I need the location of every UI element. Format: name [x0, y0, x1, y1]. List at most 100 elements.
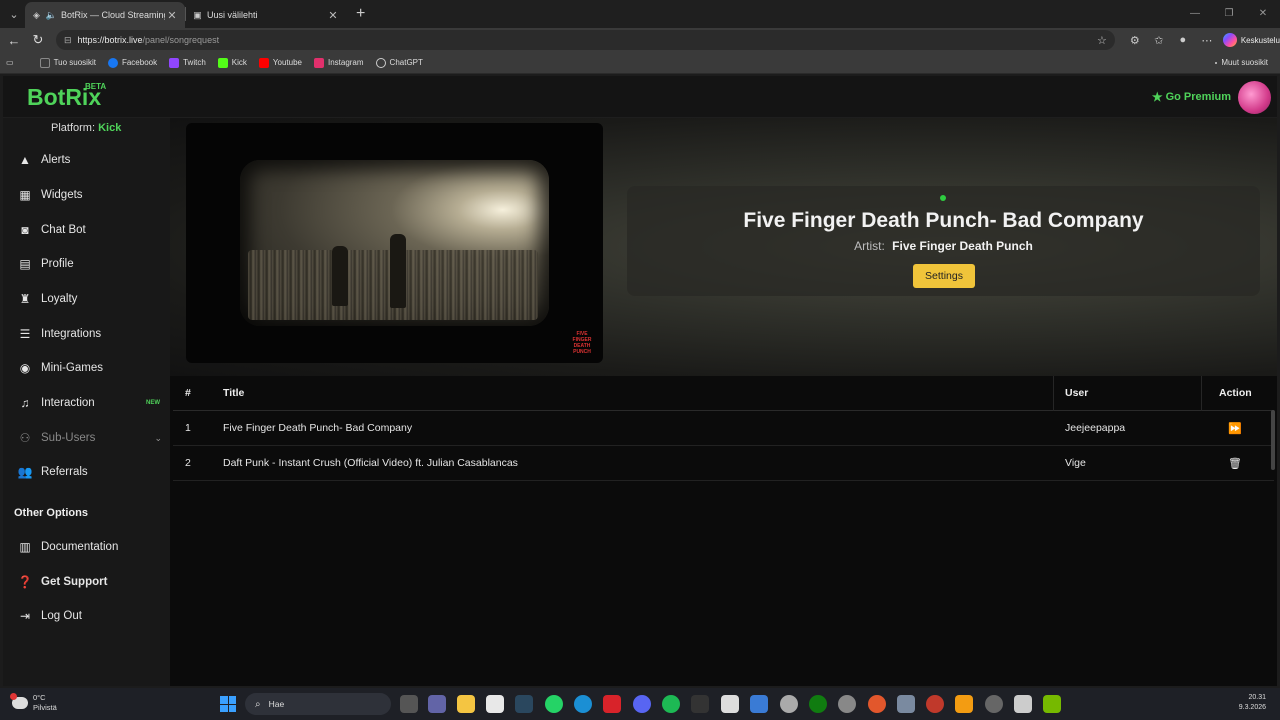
video-player[interactable]: FIVE FINGER DEATH PUNCH [186, 123, 603, 363]
settings-button[interactable]: Settings [913, 264, 975, 288]
sidebar-item-chat-bot[interactable]: ◙ Chat Bot [3, 215, 170, 245]
address-bar[interactable]: ⊟ https://botrix.live/panel/songrequest … [55, 30, 1115, 50]
more-menu-icon[interactable]: ⋯ [1195, 34, 1219, 47]
spotify-icon[interactable] [662, 695, 680, 713]
vlc-icon[interactable] [955, 695, 973, 713]
xbox-icon[interactable] [809, 695, 827, 713]
bookmark-facebook[interactable]: Facebook [107, 57, 157, 68]
app-g-icon[interactable] [691, 695, 709, 713]
sidebar-item-interaction[interactable]: ♫ Interaction NEW [3, 388, 170, 418]
favorites-icon[interactable]: ✩ [1147, 34, 1171, 47]
teams-icon[interactable] [428, 695, 446, 713]
app-window-icon[interactable] [1014, 695, 1032, 713]
song-artist: Artist: Five Finger Death Punch [627, 239, 1260, 253]
copilot-button[interactable]: Keskustelu [1222, 33, 1280, 47]
close-window-icon[interactable]: ✕ [1246, 0, 1280, 28]
weather-widget[interactable]: 0°C Pilvistä [10, 693, 57, 713]
close-tab-icon[interactable]: ✕ [326, 9, 340, 22]
sidebar-item-integrations[interactable]: ☰ Integrations [3, 319, 170, 349]
app-gray-icon[interactable] [985, 695, 1003, 713]
sidebar-item-widgets[interactable]: ▦ Widgets [3, 180, 170, 210]
artist-label: Artist: [854, 239, 885, 253]
bookmark-youtube[interactable]: Youtube [258, 57, 302, 68]
users-icon: ⚇ [19, 431, 31, 445]
back-arrow-icon[interactable]: ← [2, 33, 26, 48]
trash-icon[interactable]: 🗑 [1228, 457, 1242, 470]
task-view-icon[interactable] [400, 695, 418, 713]
sidebar-item-label: Get Support [41, 576, 108, 588]
sidebar-item-referrals[interactable]: 👥 Referrals [3, 457, 170, 487]
start-button[interactable] [220, 696, 236, 712]
reload-icon[interactable]: ↻ [26, 32, 50, 48]
row-title: Five Finger Death Punch- Bad Company [223, 422, 413, 434]
go-premium-button[interactable]: ★ Go Premium [1152, 90, 1231, 104]
nvidia-icon[interactable] [1043, 695, 1061, 713]
sidebar-item-mini-games[interactable]: ◉ Mini-Games [3, 353, 170, 383]
sidebar-item-get-support[interactable]: ❓ Get Support [3, 567, 170, 597]
mail-icon[interactable] [750, 695, 768, 713]
profile-icon[interactable]: ● [1171, 34, 1195, 46]
discord-icon[interactable] [633, 695, 651, 713]
browser-tab-new[interactable]: ▣ Uusi välilehti ✕ [186, 2, 346, 28]
bookmark-label: Instagram [327, 58, 364, 67]
system-clock[interactable]: 20.31 9.3.2026 [1239, 693, 1266, 713]
temperature: 0°C [33, 693, 46, 702]
id-card-icon: ▤ [19, 257, 31, 271]
folder-icon [1215, 61, 1218, 64]
bookmark-twitch[interactable]: Twitch [169, 57, 206, 68]
app-l-icon[interactable] [603, 695, 621, 713]
store-icon[interactable] [486, 695, 504, 713]
sidebar-item-profile[interactable]: ▤ Profile [3, 249, 170, 279]
browser-tab-botrix[interactable]: ◈ 🔈 BotRix — Cloud Streaming Bot ✕ [25, 2, 185, 28]
sidebar-item-log-out[interactable]: ⇥ Log Out [3, 601, 170, 631]
botrix-logo[interactable]: BotRix BETA [27, 82, 106, 111]
sidebar-item-loyalty[interactable]: ♜ Loyalty [3, 284, 170, 314]
taskbar-search[interactable]: ⌕ Hae [245, 693, 391, 715]
table-header: # Title User Action [173, 376, 1274, 411]
edge-icon[interactable] [574, 695, 592, 713]
obs-icon[interactable] [838, 695, 856, 713]
file-explorer-icon[interactable] [457, 695, 475, 713]
whatsapp-icon[interactable] [545, 695, 563, 713]
other-favorites[interactable]: Muut suosikit [1215, 58, 1268, 67]
weather-text: 0°C Pilvistä [33, 693, 57, 713]
maximize-icon[interactable]: ❐ [1212, 0, 1246, 28]
steam-icon[interactable] [515, 695, 533, 713]
sidebar-toggle-icon[interactable]: ▭ [6, 58, 14, 67]
bookmark-chatgpt[interactable]: ChatGPT [375, 57, 423, 68]
performer-figure [332, 246, 348, 306]
copilot-label: Keskustelu [1240, 35, 1280, 45]
bookmark-kick[interactable]: Kick [217, 57, 247, 68]
sidebar-item-sub-users[interactable]: ⚇ Sub-Users ⌄ [3, 423, 170, 453]
audio-playing-icon[interactable]: 🔈 [46, 10, 57, 21]
settings-gear-icon[interactable] [780, 695, 798, 713]
skip-icon[interactable]: ⏩ [1228, 422, 1242, 435]
app-orange-icon[interactable] [868, 695, 886, 713]
search-placeholder: Hae [268, 699, 285, 709]
scrollbar[interactable] [1271, 410, 1275, 470]
bookmark-instagram[interactable]: Instagram [313, 57, 364, 68]
now-playing-card: Five Finger Death Punch- Bad Company Art… [627, 186, 1260, 296]
bookmark-import[interactable]: Tuo suosikit [39, 57, 96, 68]
notepad-icon[interactable] [721, 695, 739, 713]
import-icon [39, 57, 50, 68]
new-tab-button[interactable]: + [356, 5, 365, 23]
gear-app-icon[interactable] [897, 695, 915, 713]
cloud-icon [10, 693, 28, 709]
tab-actions-menu-icon[interactable]: ⌄ [3, 3, 25, 25]
bookmark-label: Kick [231, 58, 247, 67]
close-tab-icon[interactable]: ✕ [165, 9, 179, 22]
minimize-icon[interactable]: — [1178, 0, 1212, 28]
site-info-icon[interactable]: ⊟ [64, 35, 72, 46]
gamepad-icon: ◉ [19, 361, 31, 375]
extensions-icon[interactable]: ⚙ [1123, 34, 1147, 47]
clock-date: 9.3.2026 [1238, 704, 1266, 711]
url-host: https://botrix.live [77, 35, 143, 45]
logout-icon: ⇥ [19, 609, 31, 623]
sidebar-item-documentation[interactable]: ▥ Documentation [3, 532, 170, 562]
column-header-number: # [185, 387, 191, 399]
app-red-icon[interactable] [926, 695, 944, 713]
favorite-star-icon[interactable]: ☆ [1097, 34, 1107, 47]
avatar[interactable] [1238, 81, 1271, 114]
sidebar-item-alerts[interactable]: ▲ Alerts [3, 145, 170, 175]
